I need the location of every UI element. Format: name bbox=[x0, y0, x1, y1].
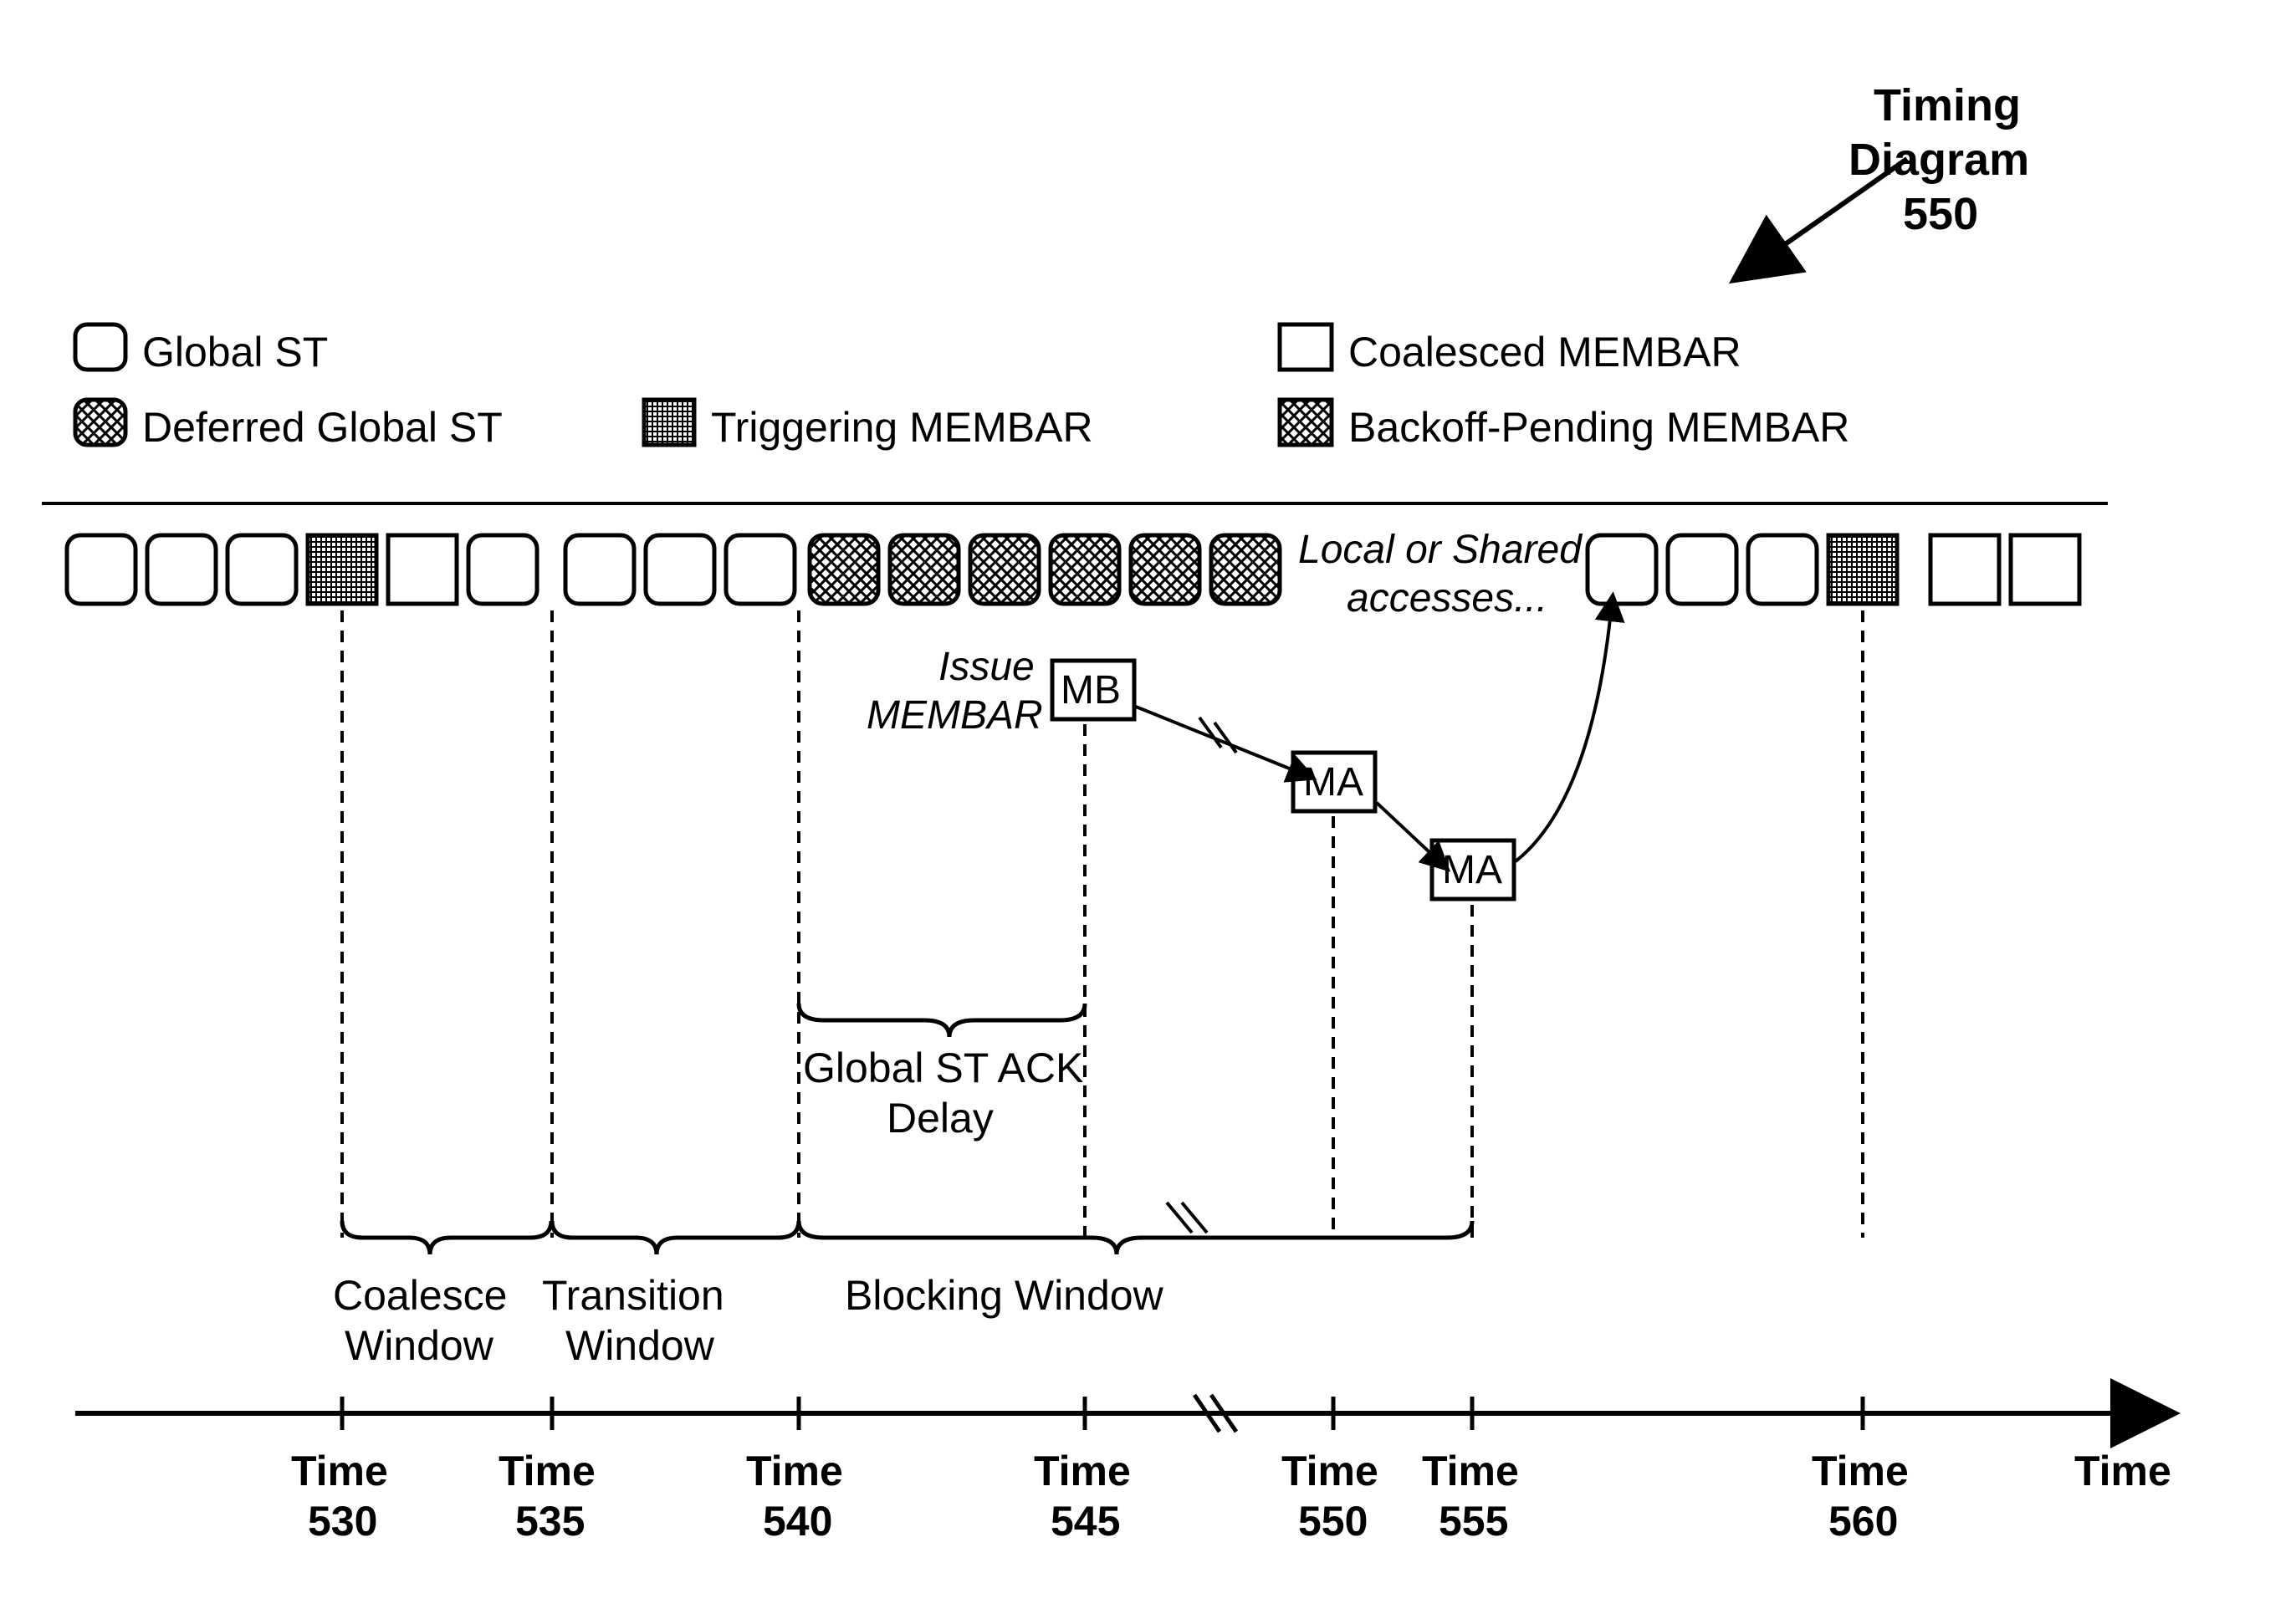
legend-backoff-pending-membar: Backoff-Pending MEMBAR bbox=[1348, 403, 1849, 452]
time-535-b: 535 bbox=[515, 1497, 585, 1545]
time-540-a: Time bbox=[746, 1447, 843, 1495]
time-555-a: Time bbox=[1422, 1447, 1519, 1495]
transition-2: Window bbox=[565, 1321, 714, 1370]
local-or-shared-line-2: accesses... bbox=[1347, 575, 1547, 621]
time-545-b: 545 bbox=[1051, 1497, 1120, 1545]
time-530-b: 530 bbox=[308, 1497, 377, 1545]
time-545-a: Time bbox=[1034, 1447, 1131, 1495]
legend-triggering-membar: Triggering MEMBAR bbox=[711, 403, 1093, 452]
time-555-b: 555 bbox=[1439, 1497, 1508, 1545]
time-560-a: Time bbox=[1812, 1447, 1909, 1495]
coalesce-2: Window bbox=[345, 1321, 493, 1370]
ack-delay-2: Delay bbox=[887, 1094, 994, 1142]
time-540-b: 540 bbox=[763, 1497, 832, 1545]
local-or-shared-line-1: Local or Shared bbox=[1298, 527, 1582, 573]
title-line-3: 550 bbox=[1903, 188, 1978, 240]
ma-box-label-2: MA bbox=[1442, 847, 1502, 893]
legend-coalesced-membar: Coalesced MEMBAR bbox=[1348, 328, 1741, 376]
time-530-a: Time bbox=[291, 1447, 388, 1495]
issue-membar-line-2: MEMBAR bbox=[867, 692, 1043, 738]
time-535-a: Time bbox=[499, 1447, 596, 1495]
title-line-1: Timing bbox=[1874, 79, 2021, 131]
blocking-window: Blocking Window bbox=[845, 1271, 1163, 1320]
legend-global-st: Global ST bbox=[142, 328, 328, 376]
issue-membar-line-1: Issue bbox=[938, 644, 1035, 690]
diagram-svg bbox=[0, 0, 2296, 1614]
time-550-a: Time bbox=[1281, 1447, 1378, 1495]
legend-deferred-global-st: Deferred Global ST bbox=[142, 403, 503, 452]
title-line-2: Diagram bbox=[1849, 134, 2029, 186]
axis-time-label: Time bbox=[2074, 1447, 2171, 1495]
time-550-b: 550 bbox=[1298, 1497, 1368, 1545]
mb-box-label: MB bbox=[1061, 667, 1121, 713]
time-560-b: 560 bbox=[1828, 1497, 1898, 1545]
ack-delay-1: Global ST ACK bbox=[803, 1044, 1083, 1092]
coalesce-1: Coalesce bbox=[333, 1271, 507, 1320]
transition-1: Transition bbox=[542, 1271, 724, 1320]
ma-box-label-1: MA bbox=[1303, 759, 1363, 805]
